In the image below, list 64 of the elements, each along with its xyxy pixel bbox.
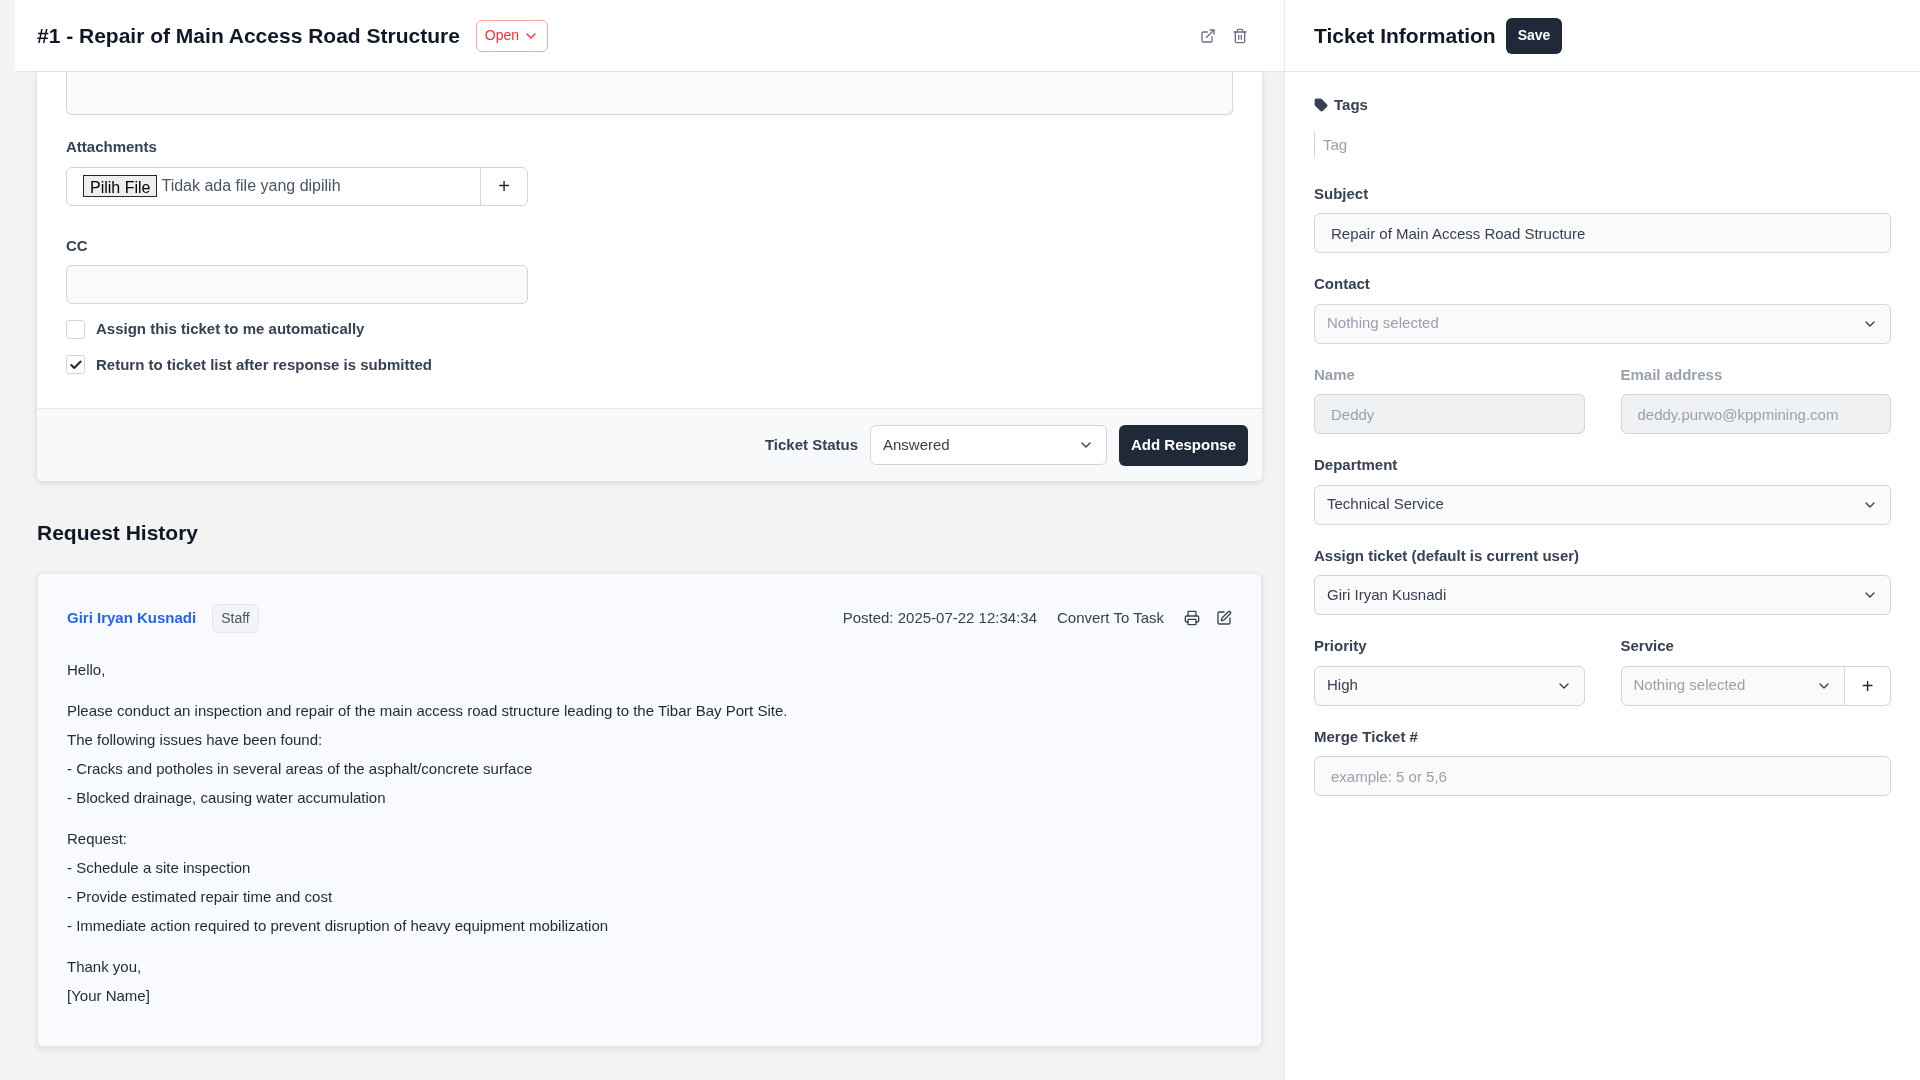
select-field[interactable]: Technical Service — [1314, 484, 1891, 525]
field-label: Attachments — [66, 137, 158, 157]
message-field[interactable] — [66, 72, 1233, 115]
message-line: Please conduct an inspection and repair of the main access road structure leading to the Tibar Bay Port Site. — [67, 700, 789, 721]
field-label: Assign ticket (default is current user) — [1314, 545, 1581, 566]
field-label: Email address — [1620, 364, 1724, 385]
text-field[interactable]: Repair of Main Access Road Structure — [1314, 213, 1891, 253]
select-value: Giri Iryan Kusnadi — [1327, 584, 1447, 605]
external-link-icon[interactable] — [1200, 27, 1216, 44]
checkbox[interactable] — [66, 355, 85, 375]
check-icon — [68, 357, 83, 372]
message-line: Hello, — [67, 659, 107, 680]
tag-icon — [1314, 98, 1328, 113]
checkbox-label: Return to ticket list after response is submitted — [96, 354, 432, 375]
select-value: High — [1327, 675, 1358, 696]
checkbox-label: Assign this ticket to me automatically — [96, 319, 365, 339]
select-field[interactable]: Answered — [870, 425, 1107, 465]
message-line: - Schedule a site inspection — [67, 857, 252, 878]
print-icon[interactable] — [1184, 610, 1200, 626]
status-dropdown[interactable]: Open — [475, 19, 549, 52]
field-label: CC — [66, 235, 89, 256]
role-badge: Staff — [212, 603, 259, 633]
convert-to-task-link[interactable]: Convert To Task — [1057, 606, 1164, 630]
checkbox[interactable] — [66, 319, 85, 339]
tags-label: Tags — [1334, 95, 1368, 115]
field-label: Department — [1314, 455, 1399, 475]
file-status: Tidak ada file yang dipilih — [161, 176, 341, 196]
file-input[interactable]: Pilih File Tidak ada file yang dipilih + — [66, 166, 528, 206]
message-line: - Provide estimated repair time and cost — [67, 886, 334, 907]
field-label: Contact — [1314, 274, 1371, 294]
field-label: Name — [1314, 364, 1356, 385]
add-response-button[interactable]: Add Response — [1119, 424, 1248, 466]
message-line: The following issues have been found: — [67, 729, 324, 750]
select-value: Technical Service — [1327, 494, 1444, 515]
select-value: Nothing selected — [1633, 675, 1746, 696]
field-label: Merge Ticket # — [1314, 726, 1419, 747]
field-label: Subject — [1314, 183, 1370, 204]
ticket-status-label: Ticket Status — [764, 434, 858, 455]
trash-icon[interactable] — [1232, 27, 1248, 44]
sidebar-title: Ticket Information — [1314, 22, 1496, 49]
text-field[interactable]: example: 5 or 5,6 — [1314, 756, 1891, 796]
message-line: Request: — [67, 828, 129, 849]
author-link[interactable]: Giri Iryan Kusnadi — [67, 606, 197, 630]
section-title: Request History — [37, 520, 200, 546]
ticket-title: #1 - Repair of Main Access Road Structure — [37, 22, 460, 49]
choose-file-button[interactable]: Pilih File — [83, 175, 158, 197]
message-line: - Cracks and potholes in several areas of the asphalt/concrete surface — [67, 758, 534, 779]
select-value: Answered — [883, 434, 950, 455]
select-field[interactable]: High — [1314, 665, 1585, 706]
tag-field[interactable]: Tag — [1314, 130, 1514, 159]
save-button[interactable]: Save — [1505, 17, 1563, 54]
message-line: Thank you, — [67, 956, 143, 977]
message-line: - Immediate action required to prevent disruption of heavy equipment mobilization — [67, 915, 610, 936]
field-label: Priority — [1314, 636, 1368, 656]
message-line: [Your Name] — [67, 985, 151, 1006]
add-attachment-button[interactable]: + — [480, 167, 527, 205]
select-field[interactable]: Giri Iryan Kusnadi — [1314, 575, 1891, 615]
field-label: Service — [1620, 636, 1675, 656]
add-button[interactable]: + — [1845, 665, 1891, 706]
edit-icon[interactable] — [1216, 610, 1232, 626]
select-value: Nothing selected — [1327, 313, 1439, 334]
cc-field[interactable] — [66, 265, 528, 304]
posted-date: Posted: 2025-07-22 12:34:34 — [842, 607, 1037, 628]
message-line: - Blocked drainage, causing water accumulation — [67, 787, 387, 808]
